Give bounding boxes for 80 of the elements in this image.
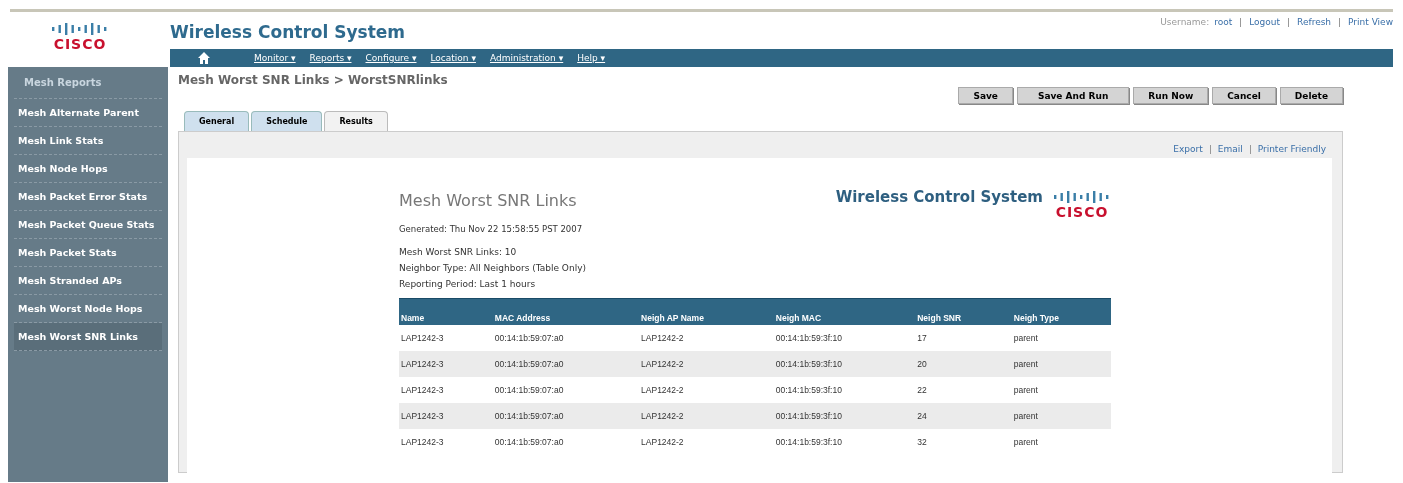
- sidebar-item[interactable]: Mesh Packet Queue Stats: [14, 211, 162, 239]
- column-header: Neigh MAC: [773, 298, 916, 325]
- tab[interactable]: Results: [324, 111, 388, 131]
- header-link[interactable]: Refresh: [1297, 17, 1332, 49]
- column-header: Name: [399, 298, 493, 325]
- logo-bars-icon: [1053, 190, 1111, 204]
- sidebar-item[interactable]: Mesh Link Stats: [14, 127, 162, 155]
- table-cell: 00:14:1b:59:07:a0: [492, 429, 640, 455]
- app-title: Wireless Control System: [170, 22, 405, 44]
- sidebar-item[interactable]: Mesh Alternate Parent: [14, 99, 162, 127]
- table-cell: 17: [915, 325, 1012, 351]
- table-cell: 00:14:1b:59:3f:10: [773, 429, 916, 455]
- table-cell: 00:14:1b:59:3f:10: [773, 377, 916, 403]
- column-header: Neigh Type: [1011, 298, 1111, 325]
- logo-text: CISCO: [53, 36, 107, 52]
- export-link[interactable]: Export: [1173, 144, 1203, 154]
- header-link[interactable]: Print View: [1348, 17, 1393, 49]
- table-cell: LAP1242-2: [639, 325, 774, 351]
- action-button[interactable]: Run Now: [1133, 87, 1209, 104]
- report-info: Mesh Worst SNR Links: 10: [399, 246, 518, 259]
- report-title: Mesh Worst SNR Links: [399, 191, 577, 212]
- generated-text: Generated: Thu Nov 22 15:58:55 PST 2007: [399, 224, 584, 234]
- home-icon[interactable]: [198, 52, 210, 64]
- nav-menu[interactable]: Administration ▾: [489, 53, 564, 63]
- table-cell: parent: [1011, 429, 1111, 455]
- table-cell: LAP1242-2: [639, 429, 774, 455]
- table-cell: LAP1242-3: [399, 403, 493, 429]
- table-cell: 32: [915, 429, 1012, 455]
- sidebar-item[interactable]: Mesh Packet Error Stats: [14, 183, 162, 211]
- tab[interactable]: General: [184, 111, 250, 131]
- nav-menu[interactable]: Help ▾: [577, 53, 606, 63]
- nav-menu[interactable]: Reports ▾: [309, 53, 352, 63]
- table-cell: LAP1242-3: [399, 429, 493, 455]
- table-cell: LAP1242-3: [399, 325, 493, 351]
- table-cell: parent: [1011, 325, 1111, 351]
- table-cell: 20: [915, 351, 1012, 377]
- export-link[interactable]: Printer Friendly: [1257, 144, 1326, 154]
- action-button[interactable]: Save: [958, 87, 1013, 104]
- table-cell: 24: [915, 403, 1012, 429]
- nav-menu[interactable]: Location ▾: [430, 53, 476, 63]
- table-cell: LAP1242-3: [399, 377, 493, 403]
- header-link[interactable]: Logout: [1249, 17, 1281, 49]
- column-header: MAC Address: [492, 298, 640, 325]
- table-cell: 00:14:1b:59:07:a0: [492, 351, 640, 377]
- tab[interactable]: Schedule: [251, 111, 323, 131]
- table-cell: parent: [1011, 377, 1111, 403]
- export-link[interactable]: Email: [1217, 144, 1243, 154]
- action-button[interactable]: Save And Run: [1016, 87, 1130, 104]
- action-button[interactable]: Cancel: [1212, 87, 1276, 104]
- table-cell: 00:14:1b:59:07:a0: [492, 403, 640, 429]
- report-info: Reporting Period: Last 1 hours: [399, 278, 537, 291]
- table-cell: LAP1242-2: [639, 377, 774, 403]
- table-cell: 00:14:1b:59:3f:10: [773, 325, 916, 351]
- action-button[interactable]: Delete: [1279, 87, 1343, 104]
- breadcrumb: Mesh Worst SNR Links > WorstSNRlinks: [178, 73, 448, 89]
- table-cell: parent: [1011, 351, 1111, 377]
- table-cell: 00:14:1b:59:07:a0: [492, 325, 640, 351]
- column-header: Neigh SNR: [915, 298, 1012, 325]
- table-cell: LAP1242-3: [399, 351, 493, 377]
- table-cell: 00:14:1b:59:07:a0: [492, 377, 640, 403]
- username-label: Username:: [1160, 17, 1210, 29]
- sidebar-item[interactable]: Mesh Worst SNR Links: [14, 323, 162, 351]
- sidebar-item[interactable]: Mesh Stranded APs: [14, 267, 162, 295]
- table-cell: LAP1242-2: [639, 351, 774, 377]
- table-cell: 00:14:1b:59:3f:10: [773, 351, 916, 377]
- sidebar-item[interactable]: Mesh Node Hops: [14, 155, 162, 183]
- logo-bars-icon: [51, 22, 109, 36]
- sidebar-title: Mesh Reports: [14, 77, 162, 99]
- report-brand-title: Wireless Control System: [835, 188, 1043, 206]
- sidebar-item[interactable]: Mesh Packet Stats: [14, 239, 162, 267]
- username-link[interactable]: root: [1214, 17, 1233, 49]
- table-cell: 22: [915, 377, 1012, 403]
- report-info: Neighbor Type: All Neighbors (Table Only): [399, 262, 587, 275]
- logo-text: CISCO: [1055, 204, 1109, 220]
- nav-menu[interactable]: Monitor ▾: [254, 53, 296, 63]
- table-cell: LAP1242-2: [639, 403, 774, 429]
- nav-menu[interactable]: Configure ▾: [365, 53, 417, 63]
- table-cell: 00:14:1b:59:3f:10: [773, 403, 916, 429]
- table-cell: parent: [1011, 403, 1111, 429]
- column-header: Neigh AP Name: [639, 298, 774, 325]
